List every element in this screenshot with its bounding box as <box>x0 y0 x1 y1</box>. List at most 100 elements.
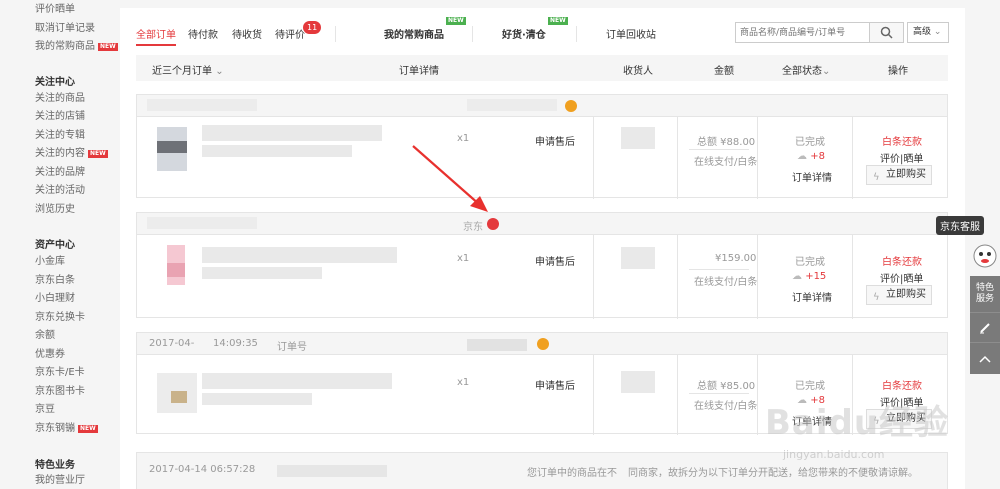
sidebar-item-frequent[interactable]: 我的常购商品 NEW <box>35 39 118 55</box>
sidebar-item-follow-activities[interactable]: 关注的活动 <box>35 183 85 199</box>
sidebar-section-assets: 资产中心 <box>35 240 75 251</box>
period-filter[interactable]: 近三个月订单 ⌄ <box>152 62 224 77</box>
watermark-url: jingyan.baidu.com <box>783 448 885 461</box>
mascot-icon[interactable] <box>970 240 1000 276</box>
tab-frequent-goods[interactable]: 我的常购商品 <box>384 26 444 41</box>
status-filter[interactable]: 全部状态⌄ <box>782 62 830 77</box>
sidebar-item-history[interactable]: 浏览历史 <box>35 202 75 218</box>
order-detail-link[interactable]: 订单详情 <box>792 169 832 184</box>
shop-icon[interactable] <box>537 338 549 350</box>
shop-icon[interactable] <box>565 100 577 112</box>
product-title-blurred[interactable] <box>202 373 392 389</box>
sidebar-item-exchange-card[interactable]: 京东兑换卡 <box>35 310 85 326</box>
tab-clearance[interactable]: 好货·清仓 <box>502 26 546 41</box>
sidebar-item-follow-goods[interactable]: 关注的商品 <box>35 91 85 107</box>
col-receiver: 收货人 <box>623 66 653 77</box>
blurred-text <box>147 217 257 229</box>
search-button[interactable] <box>870 22 904 43</box>
tab-recycle-bin[interactable]: 订单回收站 <box>606 26 656 41</box>
order-header: 京东 <box>137 213 947 235</box>
after-sale-link[interactable]: 申请售后 <box>535 377 575 392</box>
sidebar-item-cancel-records[interactable]: 取消订单记录 <box>35 21 95 37</box>
cloud-icon: ☁ <box>792 271 802 282</box>
col-amount: 金额 <box>714 66 734 77</box>
order-card: x1 申请售后 总额 ¥88.00 在线支付/白条 已完成 ☁ +8 订单详情 … <box>136 94 948 199</box>
tab-all-orders[interactable]: 全部订单 <box>136 26 176 46</box>
sidebar-item-coins[interactable]: 京东钢镚 NEW <box>35 421 98 437</box>
sidebar-item-finance[interactable]: 小白理财 <box>35 291 75 307</box>
item-quantity: x1 <box>457 253 470 264</box>
baidu-watermark: Baidu经验 jingyan.baidu.com <box>765 395 949 461</box>
after-sale-link[interactable]: 申请售后 <box>535 253 575 268</box>
divider <box>689 149 749 150</box>
column-divider <box>757 117 758 199</box>
shop-name[interactable]: 京东 <box>463 218 483 233</box>
search-icon <box>880 26 893 39</box>
edit-icon <box>980 322 990 333</box>
order-status: 已完成 <box>795 257 825 268</box>
sidebar-item-follow-shops[interactable]: 关注的店铺 <box>35 109 85 125</box>
sidebar-item-follow-brands[interactable]: 关注的品牌 <box>35 165 85 181</box>
item-quantity: x1 <box>457 377 470 388</box>
feedback-button[interactable] <box>970 312 1000 342</box>
column-divider <box>757 235 758 319</box>
after-sale-link[interactable]: 申请售后 <box>535 133 575 148</box>
tab-pending-review[interactable]: 待评价 <box>275 26 305 41</box>
order-detail-link[interactable]: 订单详情 <box>792 289 832 304</box>
review-share-link[interactable]: 评价|晒单 <box>880 150 923 165</box>
product-title-blurred <box>202 145 352 157</box>
order-search-input[interactable] <box>735 22 870 43</box>
order-card: 京东 x1 申请售后 ¥159.00 在线支付/白条 已完成 ☁ +15 订单详… <box>136 212 948 319</box>
payment-method: 在线支付/白条 <box>694 157 758 168</box>
order-table-header: 近三个月订单 ⌄ 订单详情 收货人 金额 全部状态⌄ 操作 <box>136 55 948 81</box>
column-divider <box>677 235 678 319</box>
tab-pending-receipt[interactable]: 待收货 <box>232 26 262 41</box>
sidebar-item-jd-beans[interactable]: 京豆 <box>35 402 55 418</box>
review-count-badge: 11 <box>303 21 322 34</box>
baitiao-repay-link[interactable]: 白条还款 <box>882 133 922 148</box>
receiver-blurred <box>621 247 655 269</box>
buy-again-button[interactable]: ϟ 立即购买 <box>866 285 932 305</box>
sidebar-section-special: 特色业务 <box>35 460 75 471</box>
shop-icon[interactable] <box>487 218 499 230</box>
review-share-link[interactable]: 评价|晒单 <box>880 270 923 285</box>
new-badge: NEW <box>88 150 108 158</box>
sidebar-item-follow-albums[interactable]: 关注的专辑 <box>35 128 85 144</box>
sidebar-item-baitiao[interactable]: 京东白条 <box>35 273 75 289</box>
back-to-top-button[interactable] <box>970 342 1000 374</box>
new-badge: NEW <box>98 43 118 51</box>
payment-method: 在线支付/白条 <box>694 277 758 288</box>
customer-service-button[interactable]: 京东客服 <box>936 216 984 235</box>
col-action: 操作 <box>888 66 908 77</box>
product-title-blurred[interactable] <box>202 247 397 263</box>
sidebar-item-balance[interactable]: 余额 <box>35 328 55 344</box>
advanced-search-button[interactable]: 高级 ⌄ <box>907 22 949 43</box>
sidebar-item-follow-content[interactable]: 关注的内容 NEW <box>35 146 108 162</box>
sidebar-item-vault[interactable]: 小金库 <box>35 254 65 270</box>
order-header: 2017-04- 14:09:35 订单号 <box>137 333 947 355</box>
blurred-text <box>147 99 257 111</box>
column-divider <box>677 117 678 199</box>
sidebar-item-book-card[interactable]: 京东图书卡 <box>35 384 85 400</box>
chevron-down-icon: ⌄ <box>933 27 942 37</box>
column-divider <box>757 355 758 435</box>
order-date: 2017-04-14 06:57:28 <box>149 464 256 475</box>
sidebar-item-reviews[interactable]: 评价晒单 <box>35 2 75 18</box>
buy-again-button[interactable]: ϟ 立即购买 <box>866 165 932 185</box>
item-quantity: x1 <box>457 133 470 144</box>
jd-beans-reward: ☁ +8 <box>797 151 825 162</box>
product-title-blurred[interactable] <box>202 125 382 141</box>
baitiao-repay-link[interactable]: 白条还款 <box>882 253 922 268</box>
sidebar-item-business-hall[interactable]: 我的营业厅 <box>35 473 85 489</box>
special-service-button[interactable]: 特色服务 <box>970 276 1000 312</box>
split-notice-tail: 同商家，故拆分为以下订单分开配送，给您带来的不便敬请谅解。 <box>628 468 918 479</box>
sidebar-item-coupons[interactable]: 优惠券 <box>35 347 65 363</box>
chevron-down-icon: ⌄ <box>822 66 831 77</box>
product-title-blurred <box>202 267 322 279</box>
tab-pending-payment[interactable]: 待付款 <box>188 26 218 41</box>
sidebar-item-ecard[interactable]: 京东卡/E卡 <box>35 365 85 381</box>
tab-divider <box>576 26 577 42</box>
baitiao-repay-link[interactable]: 白条还款 <box>882 377 922 392</box>
column-divider <box>593 235 594 319</box>
new-badge: NEW <box>548 17 568 25</box>
